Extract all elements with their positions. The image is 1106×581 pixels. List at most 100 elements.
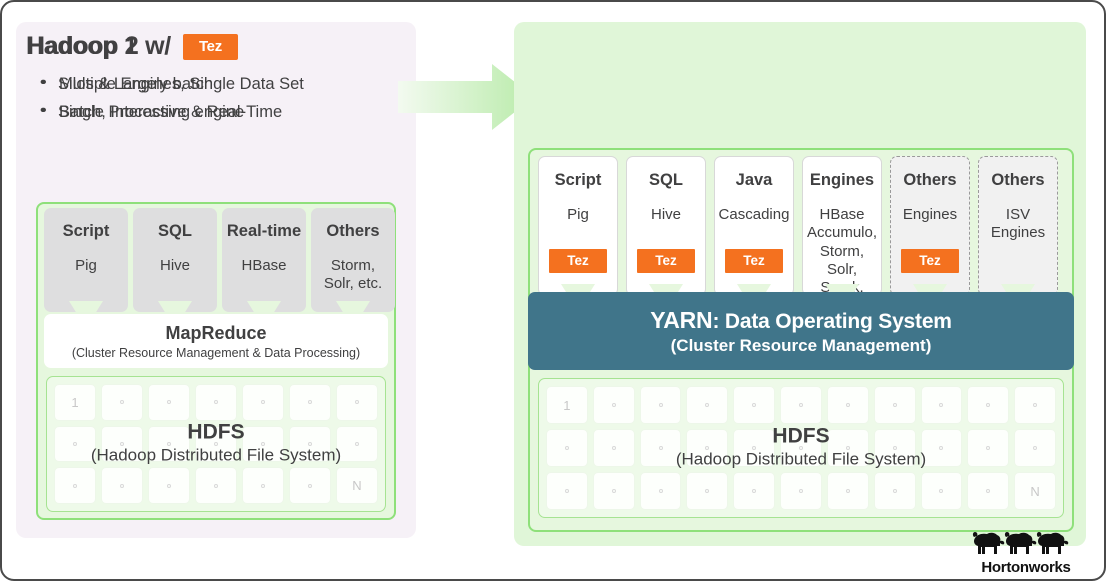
hdfs-node-cell [780, 386, 822, 424]
hdfs-node-cell [920, 429, 963, 467]
engine-title: Real-time [226, 222, 302, 240]
hdfs-node-cell [873, 429, 916, 467]
hdfs-node-dot-icon [355, 441, 359, 446]
engine-title: Java [735, 171, 773, 189]
engine-box-real-time[interactable]: Real-time HBase [222, 208, 306, 313]
engine-title: SQL [158, 222, 192, 240]
hdfs-node-dot-icon [73, 483, 77, 488]
hdfs-node-cell [639, 429, 682, 467]
hdfs-node-cell [780, 429, 822, 467]
hdfs-node-dot-icon [214, 441, 218, 446]
hdfs-node-dot-icon [845, 446, 850, 450]
hdfs-node-cell [1014, 386, 1056, 424]
hdfs-node-dot-icon [167, 483, 171, 488]
engine-title: Engines [809, 171, 875, 189]
hdfs-node-dot-icon [798, 403, 803, 407]
hadoop2-title-text: Hadoop 2 w/ [27, 32, 171, 60]
engine-box-others[interactable]: Others Storm, Solr, etc. [311, 208, 395, 313]
hdfs-node-cell [686, 429, 729, 467]
connector-notch-icon [158, 301, 192, 313]
hdfs-node-cell [826, 472, 869, 510]
hdfs-block-right: 1N HDFS (Hadoop Distributed File System) [538, 378, 1064, 518]
engine-box-engines[interactable]: Engines HBaseAccumulo,Storm, Solr,Spark. [802, 156, 882, 296]
engine-box-others-engines[interactable]: Others Engines Tez [890, 156, 970, 296]
engine-title: Others [903, 171, 957, 189]
hdfs-node-dot-icon [939, 446, 944, 450]
hdfs-node-dot-icon [705, 489, 710, 493]
hdfs-node-cell [780, 472, 822, 510]
hdfs-node-cell [195, 425, 237, 463]
connector-notch-icon [336, 301, 370, 313]
engine-subtitle: Hive [650, 205, 681, 223]
hdfs-node-cell [289, 425, 331, 463]
engine-title: Script [554, 171, 602, 189]
hdfs-node-cell [148, 384, 190, 421]
engine-subtitle: HBaseAccumulo,Storm, Solr,Spark. [806, 205, 878, 296]
tez-chip: Tez [725, 248, 783, 273]
hdfs-node-cell [54, 425, 96, 463]
engine-box-others-isv[interactable]: Others ISV Engines [978, 156, 1058, 296]
hdfs-node-cell [336, 384, 378, 421]
list-item: Batch, Interactive & Real-Time [33, 97, 304, 126]
hadoop2-title: Hadoop 2 w/ Tez [27, 32, 304, 61]
hdfs-node-dot-icon [214, 483, 218, 488]
hdfs-node-cell [242, 467, 284, 504]
diagram-canvas: Hadoop 1 Silos & Largely batch Single Pr… [0, 0, 1106, 581]
engine-box-sql[interactable]: SQL Hive [133, 208, 217, 313]
engine-subtitle: Pig [75, 256, 97, 274]
connector-notch-icon [69, 301, 103, 313]
hdfs-node-cell [242, 425, 284, 463]
engine-subtitle: HBase [241, 256, 287, 274]
engine-box-sql[interactable]: SQL Hive Tez [626, 156, 706, 296]
mapreduce-title: MapReduce [165, 322, 267, 343]
hdfs-node-dot-icon [120, 483, 124, 488]
hortonworks-logo: Hortonworks [964, 530, 1088, 576]
hdfs-node-dot-icon [261, 400, 265, 405]
hdfs-node-dot-icon [658, 403, 663, 407]
hdfs-node-cell [826, 386, 869, 424]
engine-subtitle: ISV Engines [990, 205, 1046, 242]
hdfs-node-cell [148, 425, 190, 463]
yarn-subtitle: (Cluster Resource Management) [670, 335, 932, 355]
engine-subtitle: Pig [567, 205, 589, 223]
hdfs-node-dot-icon [308, 483, 312, 488]
mapreduce-subtitle: (Cluster Resource Management & Data Proc… [71, 345, 361, 360]
hdfs-node-cell [101, 467, 143, 504]
hdfs-node-cell: N [336, 467, 378, 504]
mapreduce-bar[interactable]: MapReduce (Cluster Resource Management &… [44, 314, 388, 368]
hdfs-node-dot-icon [845, 403, 850, 407]
hadoop2-bullet-list: Multiple Engines, Single Data Set Batch,… [33, 69, 304, 127]
hdfs-node-dot-icon [658, 446, 663, 450]
hdfs-node-dot-icon [939, 403, 944, 407]
hdfs-node-cell [967, 386, 1010, 424]
tez-chip: Tez [901, 248, 959, 273]
engine-title: Script [62, 222, 110, 240]
engine-box-script[interactable]: Script Pig Tez [538, 156, 618, 296]
hdfs-node-dot-icon [752, 446, 757, 450]
hdfs-node-dot-icon [892, 446, 897, 450]
hdfs-node-cell [592, 429, 635, 467]
hdfs-node-cell [195, 467, 237, 504]
hdfs-node-cell [967, 472, 1010, 510]
hdfs-node-dot-icon [752, 489, 757, 493]
hdfs-node-dot-icon [167, 400, 171, 405]
hdfs-node-dot-icon [261, 483, 265, 488]
hdfs-node-cell [826, 429, 869, 467]
hdfs-node-cell [639, 386, 682, 424]
hdfs-node-cell [592, 386, 635, 424]
yarn-bar[interactable]: YARN: Data Operating System (Cluster Res… [528, 292, 1074, 370]
hdfs-node-dot-icon [564, 489, 569, 493]
hdfs-node-cell [54, 467, 96, 504]
engine-box-script[interactable]: Script Pig [44, 208, 128, 313]
hdfs-node-dot-icon [892, 403, 897, 407]
tez-chip: Tez [549, 248, 607, 273]
hdfs-node-cell [639, 472, 682, 510]
hdfs-node-cell [101, 425, 143, 463]
engine-box-java[interactable]: Java Cascading Tez [714, 156, 794, 296]
engine-title: SQL [649, 171, 683, 189]
yarn-tagline: : Data Operating System [712, 309, 952, 333]
tez-chip: Tez [637, 248, 695, 273]
hdfs-node-dot-icon [308, 400, 312, 405]
hdfs-node-dot-icon [892, 489, 897, 493]
hdfs-node-dot-icon [939, 489, 944, 493]
